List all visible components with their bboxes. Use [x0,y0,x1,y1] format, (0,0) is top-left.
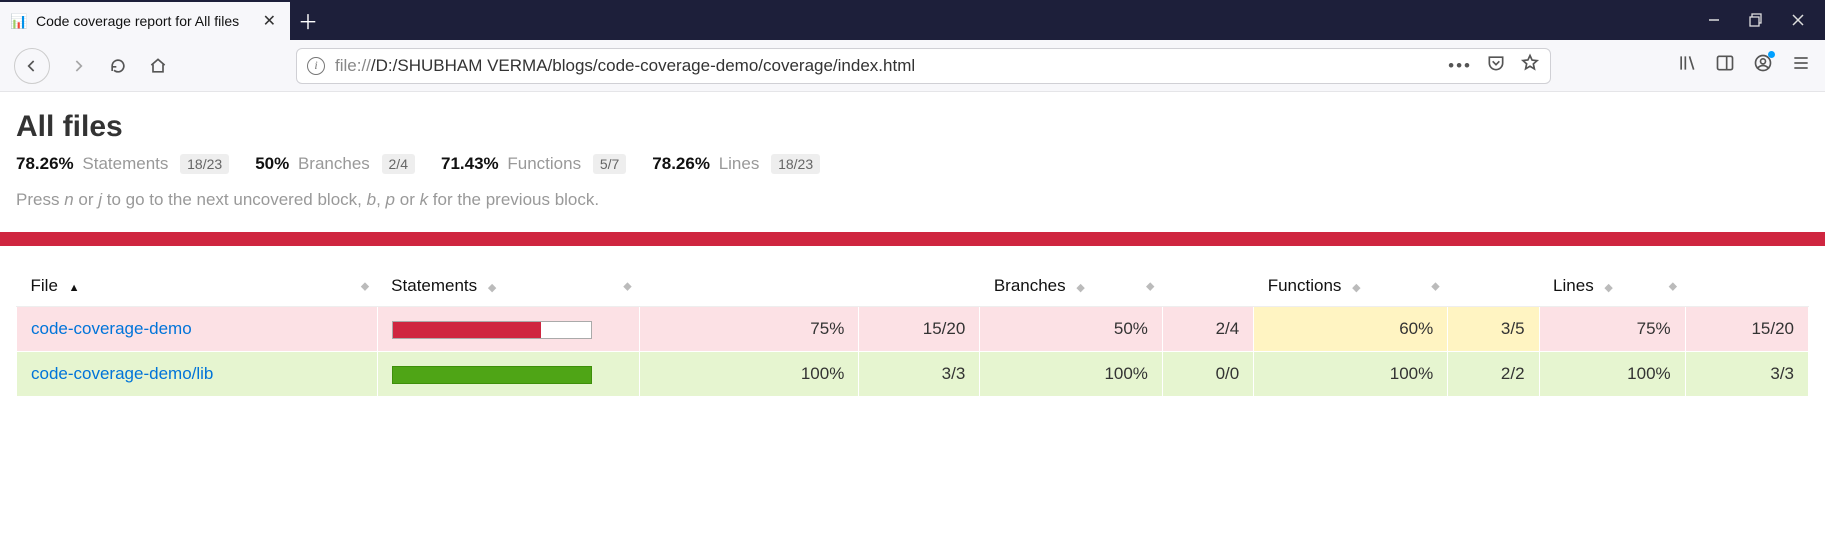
maximize-button[interactable] [1749,13,1763,27]
branches-pct: 100% [980,352,1163,397]
sort-icon: ◆ [1431,280,1439,293]
functions-frac: 2/2 [1448,352,1539,397]
site-info-icon[interactable]: i [307,57,325,75]
statements-pct: 100% [640,352,859,397]
col-lines-frac[interactable] [1685,266,1808,307]
file-link[interactable]: code-coverage-demo/lib [31,364,213,383]
coverage-bar-fill [393,367,591,383]
page-title: All files [16,110,1809,144]
browser-navbar: i file:///D:/SHUBHAM VERMA/blogs/code-co… [0,40,1825,92]
functions-pct: 100% [1254,352,1448,397]
col-functions[interactable]: Functions ◆ ◆ [1254,266,1448,307]
coverage-summary: 78.26% Statements 18/23 50% Branches 2/4… [16,154,1809,174]
library-icon[interactable] [1677,53,1697,78]
col-lines[interactable]: Lines ◆ ◆ [1539,266,1685,307]
sort-icon: ◆ [1146,280,1154,293]
window-controls [1707,0,1825,40]
sort-icon: ◆ [1352,282,1360,294]
forward-button[interactable] [66,54,90,78]
table-row: code-coverage-demo 75% 15/20 50% 2/4 60%… [17,307,1809,352]
branches-frac: 0/0 [1162,352,1253,397]
sort-icon: ◆ [623,280,631,293]
bookmark-star-icon[interactable] [1520,53,1540,78]
statements-frac: 15/20 [859,307,980,352]
window-titlebar: 📊 Code coverage report for All files ✕ ＋ [0,0,1825,40]
summary-branches: 50% Branches 2/4 [255,154,415,174]
coverage-table: File ▲ ◆ Statements ◆ ◆ Branches ◆ ◆ [16,266,1809,397]
sort-icon: ◆ [1669,280,1677,293]
page-content: All files 78.26% Statements 18/23 50% Br… [0,92,1825,411]
col-branches-frac[interactable] [1162,266,1253,307]
functions-frac: 3/5 [1448,307,1539,352]
summary-statements: 78.26% Statements 18/23 [16,154,229,174]
col-file[interactable]: File ▲ ◆ [17,266,378,307]
table-row: code-coverage-demo/lib 100% 3/3 100% 0/0… [17,352,1809,397]
col-branches[interactable]: Branches ◆ ◆ [980,266,1163,307]
tab-title: Code coverage report for All files [36,13,251,29]
col-statements-frac[interactable] [859,266,980,307]
col-statements-pct[interactable] [640,266,859,307]
col-functions-frac[interactable] [1448,266,1539,307]
summary-lines: 78.26% Lines 18/23 [652,154,820,174]
statements-pct: 75% [640,307,859,352]
summary-functions: 71.43% Functions 5/7 [441,154,626,174]
lines-frac: 15/20 [1685,307,1808,352]
minimize-button[interactable] [1707,13,1721,27]
page-actions-icon[interactable]: ••• [1448,56,1472,76]
lines-pct: 75% [1539,307,1685,352]
functions-pct: 60% [1254,307,1448,352]
lines-pct: 100% [1539,352,1685,397]
close-tab-button[interactable]: ✕ [259,11,280,31]
sidebar-icon[interactable] [1715,53,1735,78]
branches-frac: 2/4 [1162,307,1253,352]
coverage-bar [377,307,640,352]
col-statements[interactable]: Statements ◆ ◆ [377,266,640,307]
tab-favicon-icon: 📊 [10,12,28,30]
hamburger-menu-icon[interactable] [1791,53,1811,78]
status-bar [0,232,1825,246]
coverage-bar [377,352,640,397]
sort-icon: ◆ [1076,282,1084,294]
back-button[interactable] [14,48,50,84]
toolbar-right-icons [1677,53,1811,78]
branches-pct: 50% [980,307,1163,352]
url-bar[interactable]: i file:///D:/SHUBHAM VERMA/blogs/code-co… [296,48,1551,84]
sort-icon: ◆ [361,280,369,293]
sort-icon: ◆ [1604,282,1612,294]
url-text: file:///D:/SHUBHAM VERMA/blogs/code-cove… [335,56,915,76]
statements-frac: 3/3 [859,352,980,397]
reload-button[interactable] [106,54,130,78]
browser-tab[interactable]: 📊 Code coverage report for All files ✕ [0,0,290,40]
pocket-icon[interactable] [1486,53,1506,78]
close-window-button[interactable] [1791,13,1805,27]
home-button[interactable] [146,54,170,78]
new-tab-button[interactable]: ＋ [290,0,326,40]
help-text: Press n or j to go to the next uncovered… [16,190,1809,210]
sort-asc-icon: ▲ [69,282,80,294]
url-protocol: file:// [335,56,371,75]
url-path: /D:/SHUBHAM VERMA/blogs/code-coverage-de… [371,56,915,75]
coverage-bar-fill [393,322,542,338]
lines-frac: 3/3 [1685,352,1808,397]
file-link[interactable]: code-coverage-demo [31,319,192,338]
sort-icon: ◆ [488,282,496,294]
account-avatar-icon[interactable] [1753,53,1773,78]
